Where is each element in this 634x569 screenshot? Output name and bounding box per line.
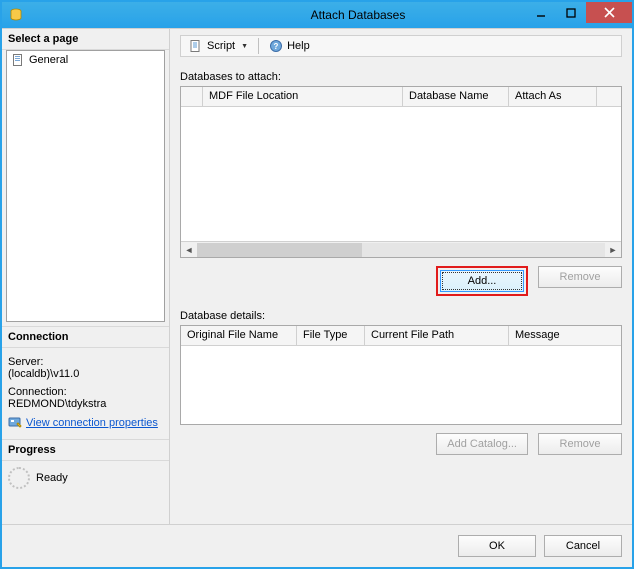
ok-button[interactable]: OK (458, 535, 536, 557)
row-header-corner (181, 87, 203, 106)
connection-header: Connection (2, 326, 169, 348)
horizontal-scrollbar[interactable]: ◄ ► (181, 241, 621, 257)
add-button[interactable]: Add... (440, 270, 524, 292)
highlight-box: Add... (436, 266, 528, 296)
help-label: Help (287, 40, 310, 52)
database-details-grid[interactable]: Original File Name File Type Current Fil… (180, 325, 622, 425)
page-item-label: General (29, 54, 68, 66)
cancel-button[interactable]: Cancel (544, 535, 622, 557)
select-page-header: Select a page (2, 29, 169, 50)
col-message[interactable]: Message (509, 326, 621, 345)
progress-block: Ready (2, 461, 169, 495)
script-button[interactable]: Script ▼ (185, 38, 252, 54)
col-current-file-path[interactable]: Current File Path (365, 326, 509, 345)
attach-databases-window: Attach Databases Select a page General C… (2, 2, 632, 567)
page-icon (11, 53, 25, 67)
col-attach-as[interactable]: Attach As (509, 87, 597, 106)
page-item-general[interactable]: General (7, 51, 164, 69)
scroll-thumb[interactable] (197, 243, 362, 257)
server-value: (localdb)\v11.0 (8, 368, 163, 380)
remove-button: Remove (538, 266, 622, 288)
toolbar-separator (258, 38, 259, 54)
connection-block: Server: (localdb)\v11.0 Connection: REDM… (2, 348, 169, 439)
col-mdf-location[interactable]: MDF File Location (203, 87, 403, 106)
server-label: Server: (8, 356, 163, 368)
help-button[interactable]: ? Help (265, 38, 314, 54)
col-database-name[interactable]: Database Name (403, 87, 509, 106)
progress-status: Ready (36, 472, 68, 484)
progress-header: Progress (2, 439, 169, 461)
databases-to-attach-label: Databases to attach: (180, 71, 622, 83)
connection-value: REDMOND\tdykstra (8, 398, 163, 410)
script-label: Script (207, 40, 235, 52)
connection-props-icon (8, 416, 22, 430)
page-list[interactable]: General (6, 50, 165, 322)
view-connection-properties-label: View connection properties (26, 417, 158, 429)
scroll-right-arrow-icon[interactable]: ► (605, 243, 621, 257)
remove-details-button: Remove (538, 433, 622, 455)
minimize-button[interactable] (526, 2, 556, 23)
add-catalog-button: Add Catalog... (436, 433, 528, 455)
toolbar: Script ▼ ? Help (180, 35, 622, 57)
col-file-type[interactable]: File Type (297, 326, 365, 345)
grid-header-row: Original File Name File Type Current Fil… (181, 326, 621, 346)
col-original-file-name[interactable]: Original File Name (181, 326, 297, 345)
progress-spinner-icon (8, 467, 30, 489)
databases-to-attach-grid[interactable]: MDF File Location Database Name Attach A… (180, 86, 622, 258)
maximize-button[interactable] (556, 2, 586, 23)
database-icon (8, 7, 24, 23)
script-icon (189, 39, 203, 53)
grid-body[interactable] (181, 107, 621, 241)
grid-body[interactable] (181, 346, 621, 424)
view-connection-properties-link[interactable]: View connection properties (8, 416, 158, 430)
scroll-track[interactable] (197, 243, 605, 257)
left-pane: Select a page General Connection Server:… (2, 29, 170, 524)
scroll-left-arrow-icon[interactable]: ◄ (181, 243, 197, 257)
dialog-button-bar: OK Cancel (2, 524, 632, 567)
col-overflow[interactable] (597, 87, 621, 106)
right-pane: Script ▼ ? Help Databases to attach: MDF… (170, 29, 632, 524)
dropdown-arrow-icon: ▼ (241, 43, 248, 50)
help-icon: ? (269, 39, 283, 53)
titlebar[interactable]: Attach Databases (2, 2, 632, 28)
database-details-label: Database details: (180, 310, 622, 322)
close-button[interactable] (586, 2, 632, 23)
svg-text:?: ? (274, 42, 279, 51)
connection-label: Connection: (8, 386, 163, 398)
grid-header-row: MDF File Location Database Name Attach A… (181, 87, 621, 107)
